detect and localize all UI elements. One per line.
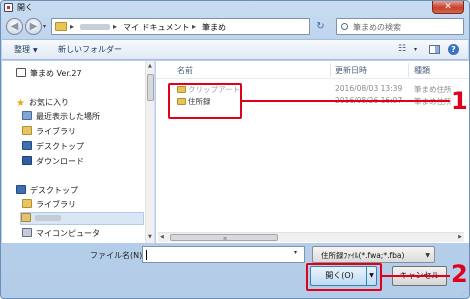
filename-input[interactable] xyxy=(142,246,305,263)
text-caret xyxy=(146,250,147,260)
preview-pane-icon[interactable] xyxy=(429,45,440,54)
folder-icon xyxy=(55,22,67,31)
chevron-down-icon: ▼ xyxy=(425,252,430,259)
search-icon xyxy=(341,23,348,30)
sidebar-item-label: 筆まめ Ver.27 xyxy=(30,69,82,78)
breadcrumb-fudemame[interactable]: 筆まめ xyxy=(202,22,226,33)
close-button[interactable]: ✕ xyxy=(432,1,464,14)
desktop-icon xyxy=(16,185,26,194)
breadcrumb-separator-icon[interactable]: ▸ xyxy=(192,22,196,31)
callout-number: 1 xyxy=(451,87,468,115)
file-type-filter-value: 住所録ﾌｧｲﾙ(*.fwa;*.fba) xyxy=(321,251,405,260)
column-header-type[interactable]: 種類 xyxy=(414,65,430,76)
sidebar-item-libraries[interactable]: ライブラリ xyxy=(22,126,76,139)
title-bar: 開く ✕ xyxy=(1,1,469,15)
organize-button[interactable]: 整理 ▼ xyxy=(14,44,38,55)
back-button[interactable]: ◀ xyxy=(6,18,23,35)
sidebar-item-fudemame[interactable]: 筆まめ Ver.27 xyxy=(16,68,82,81)
callout-number: 2 xyxy=(451,260,468,288)
user-folder-icon xyxy=(21,213,31,222)
sidebar-item-label: ライブラリ xyxy=(36,127,76,136)
navigation-pane-scrollbar[interactable]: ▲ ▼ xyxy=(145,61,154,243)
scroll-up-icon[interactable]: ▲ xyxy=(148,63,152,69)
scroll-right-icon[interactable]: ▶ xyxy=(458,234,462,240)
breadcrumb-user-blurred[interactable] xyxy=(80,24,110,30)
navigation-pane[interactable]: 筆まめ Ver.27 ★ お気に入り 最近表示した場所 ライブラリ デスクトップ … xyxy=(2,61,155,243)
view-dropdown-icon[interactable]: ▾ xyxy=(414,46,417,53)
column-header-name[interactable]: 名前 xyxy=(177,65,193,76)
download-icon xyxy=(22,156,32,165)
address-bar[interactable]: ▸ ▸ マイ ドキュメント ▸ 筆まめ ▾ xyxy=(51,18,352,35)
sidebar-desktop-header[interactable]: デスクトップ xyxy=(16,185,78,198)
scroll-grip-icon: ≡ xyxy=(223,236,228,242)
sidebar-item-downloads[interactable]: ダウンロード xyxy=(22,156,84,169)
recent-places-icon xyxy=(22,111,32,120)
library-icon xyxy=(22,126,32,135)
sidebar-item-label: デスクトップ xyxy=(30,186,78,195)
sidebar-item-label: デスクトップ xyxy=(36,142,84,151)
file-modified: 2016/08/03 13:39 xyxy=(335,84,403,93)
scrollbar-thumb[interactable]: ≡ xyxy=(170,234,278,242)
filename-label: ファイル名(N): xyxy=(90,251,145,260)
dialog-app-icon xyxy=(4,3,13,12)
new-folder-button[interactable]: 新しいフォルダー xyxy=(58,44,122,55)
scroll-down-icon[interactable]: ▼ xyxy=(148,234,152,240)
sidebar-item-label: ダウンロード xyxy=(36,157,84,166)
open-dialog: 開く ✕ ◀ ▶ ▾ ▸ ▸ マイ ドキュメント ▸ 筆まめ ▾ ↻ 筆まめの検… xyxy=(0,0,470,299)
user-name-blurred xyxy=(35,215,61,221)
computer-icon xyxy=(22,228,32,237)
dialog-footer: ファイル名(N): ▾ 住所録ﾌｧｲﾙ(*.fwa;*.fba) ▼ 開く(O) … xyxy=(1,244,469,298)
chevron-down-icon: ▼ xyxy=(33,47,38,54)
scroll-left-icon[interactable]: ◀ xyxy=(160,234,164,240)
file-type-filter-select[interactable]: 住所録ﾌｧｲﾙ(*.fwa;*.fba) ▼ xyxy=(312,246,435,263)
column-divider[interactable] xyxy=(408,63,409,77)
help-icon[interactable]: ? xyxy=(448,44,459,55)
star-icon: ★ xyxy=(16,98,25,109)
breadcrumb-separator-icon[interactable]: ▸ xyxy=(70,22,74,31)
sidebar-item-desktop-fav[interactable]: デスクトップ xyxy=(22,141,84,154)
recent-locations-dropdown-icon[interactable]: ▾ xyxy=(43,23,46,30)
sidebar-item-label: ライブラリ xyxy=(36,200,76,209)
sidebar-item-label: 最近表示した場所 xyxy=(36,112,100,121)
library-icon xyxy=(22,199,32,208)
refresh-icon[interactable]: ↻ xyxy=(314,20,327,33)
view-options-icon[interactable]: ☷ xyxy=(398,44,414,55)
organize-label: 整理 xyxy=(14,45,30,54)
resize-grip-icon[interactable]: ⋰ xyxy=(460,291,466,298)
navigation-bar: ◀ ▶ ▾ ▸ ▸ マイ ドキュメント ▸ 筆まめ ▾ ↻ 筆まめの検索 xyxy=(1,15,469,39)
sidebar-item-label: マイコンピュータ xyxy=(36,229,100,238)
sidebar-item-my-computer[interactable]: マイコンピュータ xyxy=(22,228,100,241)
callout-box-open-button xyxy=(306,263,382,291)
column-header-row: 名前 更新日時 種類 xyxy=(156,61,469,79)
forward-button[interactable]: ▶ xyxy=(25,18,42,35)
sidebar-item-user[interactable] xyxy=(20,212,144,225)
sidebar-item-recent-places[interactable]: 最近表示した場所 xyxy=(22,111,100,124)
callout-line xyxy=(242,100,450,102)
filename-dropdown-icon[interactable]: ▾ xyxy=(294,249,297,256)
horizontal-scrollbar[interactable]: ◀ ≡ ▶ xyxy=(158,232,464,242)
callout-box-file-list xyxy=(168,83,242,119)
scrollbar-thumb[interactable] xyxy=(147,74,154,101)
sidebar-item-libraries-2[interactable]: ライブラリ xyxy=(22,199,76,212)
window-title: 開く xyxy=(17,3,33,12)
desktop-icon xyxy=(22,141,32,150)
breadcrumb-separator-icon[interactable]: ▸ xyxy=(113,22,117,31)
search-input[interactable]: 筆まめの検索 xyxy=(336,18,464,35)
fudemame-app-icon xyxy=(16,68,26,77)
callout-line xyxy=(382,275,450,277)
column-divider[interactable] xyxy=(330,63,331,77)
file-type: 筆まめ住所 xyxy=(414,85,452,94)
breadcrumb-my-documents[interactable]: マイ ドキュメント xyxy=(123,22,190,33)
sidebar-favorites-header[interactable]: ★ お気に入り xyxy=(16,97,69,110)
sidebar-item-label: お気に入り xyxy=(28,98,69,107)
column-header-modified[interactable]: 更新日時 xyxy=(335,65,367,76)
command-bar: 整理 ▼ 新しいフォルダー ☷ ▾ ? xyxy=(2,39,468,60)
